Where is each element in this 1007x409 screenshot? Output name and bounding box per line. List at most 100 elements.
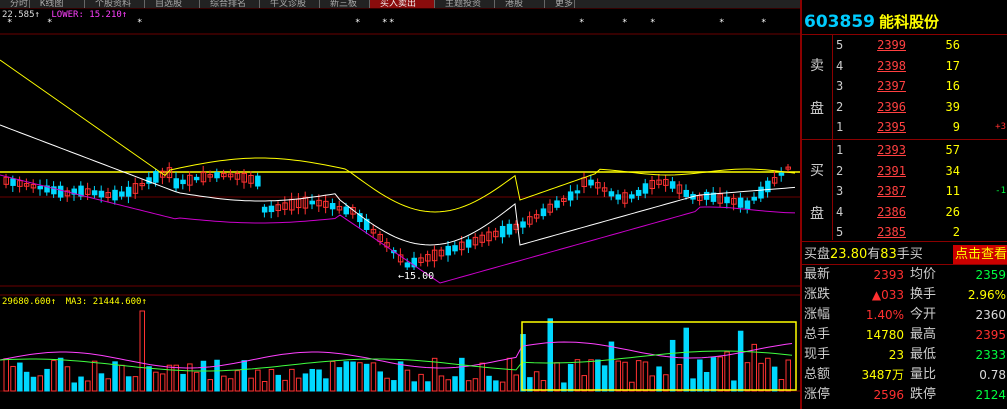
buy-order-row[interactable]: 5 2385 2 — [834, 223, 1007, 241]
tab-3[interactable]: 自选股 — [145, 0, 200, 8]
order-price[interactable]: 2399 — [870, 36, 906, 54]
order-price[interactable]: 2397 — [870, 77, 906, 95]
sell-order-row[interactable]: 1 2395 9 +3 — [834, 118, 1007, 136]
quote-label: 总额 — [804, 367, 831, 382]
candle-body — [445, 245, 451, 256]
candle-body — [119, 191, 125, 197]
volume-bar — [574, 359, 581, 392]
quote-label: 量比 — [910, 367, 937, 382]
candle-body — [465, 239, 472, 248]
tab-4[interactable]: 综合排名 — [200, 0, 260, 8]
volume-bar — [513, 374, 519, 392]
tab-7[interactable]: 买入卖出 — [370, 0, 435, 8]
tab-1[interactable]: K线图 — [30, 0, 85, 8]
order-price[interactable]: 2398 — [870, 57, 906, 75]
buy-order-row[interactable]: 1 2393 57 — [834, 141, 1007, 159]
order-price[interactable]: 2395 — [870, 118, 906, 136]
order-price[interactable]: 2396 — [870, 98, 906, 116]
volume-bar — [98, 373, 105, 392]
buy-order-row[interactable]: 4 2386 26 — [834, 203, 1007, 221]
volume-bar — [567, 363, 574, 392]
candle-body — [255, 175, 261, 187]
volume-bar — [717, 356, 723, 392]
tab-5[interactable]: 牛叉诊股 — [260, 0, 320, 8]
tab-6[interactable]: 新三板 — [320, 0, 370, 8]
tab-9[interactable]: 港股 — [495, 0, 545, 8]
candle-body — [744, 200, 751, 210]
sell-order-row[interactable]: 4 2398 17 — [834, 57, 1007, 75]
volume-bar — [397, 361, 404, 392]
volume-bar — [3, 358, 9, 392]
indicator-prefix: 22.585↑ — [2, 10, 40, 20]
volume-bar — [17, 362, 23, 392]
tab-2[interactable]: 个股资料 — [85, 0, 145, 8]
volume-bar — [710, 357, 717, 392]
volume-bar — [370, 362, 377, 392]
order-quantity: 56 — [945, 38, 960, 52]
candle-body — [261, 206, 268, 213]
kline-chart[interactable]: * * * * * * * * * * *←15.00 — [0, 0, 800, 409]
divider — [802, 264, 1007, 265]
tab-8[interactable]: 主题投资 — [435, 0, 495, 8]
candle-body — [506, 223, 513, 235]
order-price[interactable]: 2386 — [870, 203, 906, 221]
order-price[interactable]: 2385 — [870, 223, 906, 241]
event-marker: * — [761, 18, 766, 28]
tab-10[interactable]: 更多 — [545, 0, 575, 8]
candle-body — [751, 196, 757, 201]
candle-body — [98, 190, 105, 198]
volume-bar — [261, 381, 268, 392]
order-level: 4 — [836, 58, 844, 73]
volume-bar — [533, 371, 540, 392]
volume-bar — [227, 378, 234, 392]
view-details-button[interactable]: 点击查看 — [952, 245, 1007, 264]
order-price[interactable]: 2391 — [870, 162, 906, 180]
tab-0[interactable]: 分时 — [0, 0, 30, 8]
volume-bar — [44, 368, 50, 392]
quote-value: 2333 — [975, 348, 1006, 362]
sell-order-row[interactable]: 5 2399 56 — [834, 36, 1007, 54]
volume-bar — [37, 375, 43, 392]
quote-label: 最低 — [910, 347, 937, 362]
order-price[interactable]: 2393 — [870, 141, 906, 159]
quote-value: 0.78 — [979, 368, 1006, 382]
stock-title[interactable]: 603859 能科股份 — [804, 10, 939, 34]
volume-bar — [159, 373, 166, 392]
volume-bar — [391, 380, 397, 392]
volume-bar — [377, 371, 383, 392]
order-price[interactable]: 2387 — [870, 182, 906, 200]
sell-order-row[interactable]: 3 2397 16 — [834, 77, 1007, 95]
sell-order-row[interactable]: 2 2396 39 — [834, 98, 1007, 116]
volume-bar — [132, 376, 139, 392]
quote-label: 跌停 — [910, 387, 937, 402]
volume-bar — [23, 371, 30, 392]
order-level: 1 — [836, 143, 844, 157]
volume-bar — [282, 379, 288, 392]
order-quantity: 34 — [945, 163, 960, 178]
quote-label: 涨幅 — [804, 307, 831, 322]
volume-bar — [343, 361, 349, 392]
volume-bar — [51, 360, 57, 392]
volume-bar — [751, 343, 757, 392]
candle-body — [574, 190, 581, 194]
candle-body — [37, 185, 43, 190]
volume-bar — [438, 375, 445, 392]
volume-bar — [737, 330, 744, 392]
event-marker: * — [389, 18, 394, 28]
candle-body — [703, 191, 710, 200]
volume-bar — [78, 376, 84, 392]
volume-bar — [384, 377, 390, 392]
volume-bar — [336, 367, 343, 392]
candle-body — [567, 191, 574, 201]
volume-bar — [642, 361, 649, 392]
volume-bar — [676, 364, 683, 392]
low-price-annotation: ←15.00 — [398, 271, 434, 282]
volume-bar — [119, 364, 125, 392]
divider — [802, 139, 1007, 140]
candle-body — [554, 200, 560, 208]
volume-bar — [459, 357, 465, 392]
volume-bar — [139, 310, 145, 392]
volume-bar — [472, 378, 479, 392]
buy-order-row[interactable]: 2 2391 34 — [834, 162, 1007, 180]
buy-order-row[interactable]: 3 2387 11 -1 — [834, 182, 1007, 200]
